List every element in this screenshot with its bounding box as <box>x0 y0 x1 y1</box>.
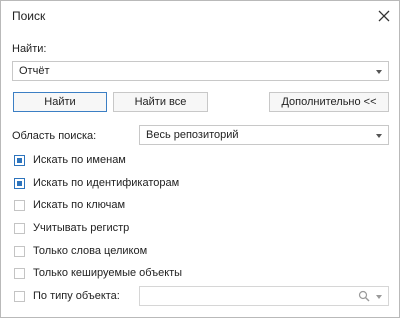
checkbox[interactable] <box>14 178 25 189</box>
option-label: Учитывать регистр <box>33 222 130 234</box>
checkbox[interactable] <box>14 223 25 234</box>
find-button[interactable]: Найти <box>13 92 107 112</box>
find-combobox[interactable]: Отчёт <box>12 61 389 81</box>
dialog-title: Поиск <box>12 9 46 23</box>
chevron-down-icon[interactable] <box>376 295 382 299</box>
checkbox[interactable] <box>14 200 25 211</box>
search-scope-select[interactable]: Весь репозиторий <box>139 125 389 145</box>
option-label: Только слова целиком <box>33 245 148 257</box>
option-label: Искать по именам <box>33 154 126 166</box>
search-icon <box>358 290 370 305</box>
chevron-down-icon[interactable] <box>376 70 382 74</box>
checkbox[interactable] <box>14 246 25 257</box>
option-label: Только кешируемые объекты <box>33 267 183 279</box>
checkbox[interactable] <box>14 155 25 166</box>
search-dialog: Поиск Найти: Отчёт Найти Найти все Допол… <box>0 0 400 318</box>
find-label: Найти: <box>12 43 47 55</box>
search-scope-value: Весь репозиторий <box>146 129 239 141</box>
close-icon[interactable] <box>375 7 393 25</box>
chevron-down-icon[interactable] <box>376 134 382 138</box>
option-label: Искать по идентификаторам <box>33 177 180 189</box>
option-label: По типу объекта: <box>33 290 120 302</box>
find-all-button[interactable]: Найти все <box>113 92 208 112</box>
find-input-value: Отчёт <box>19 65 50 77</box>
object-type-select[interactable] <box>139 286 389 306</box>
advanced-button[interactable]: Дополнительно << <box>269 92 389 112</box>
checkbox[interactable] <box>14 268 25 279</box>
option-label: Искать по ключам <box>33 199 126 211</box>
search-scope-label: Область поиска: <box>12 130 97 142</box>
checkbox[interactable] <box>14 291 25 302</box>
